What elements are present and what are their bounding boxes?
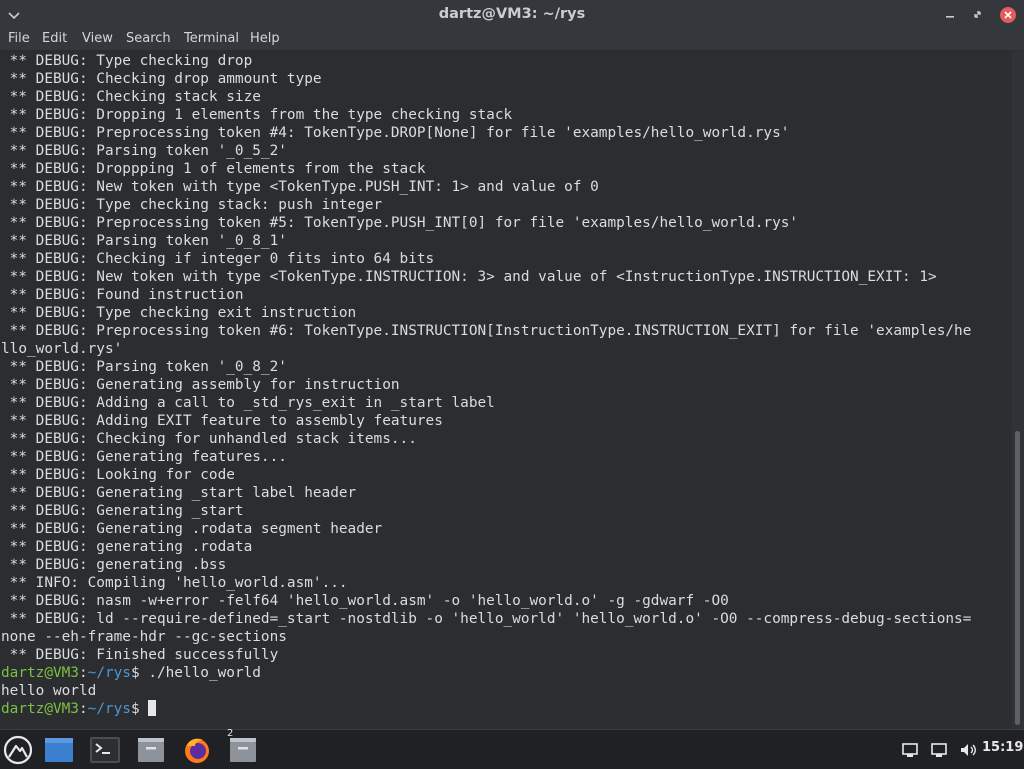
terminal-line: ** DEBUG: New token with type <TokenType… — [1, 269, 937, 285]
menu-help[interactable]: Help — [250, 31, 280, 46]
prompt-path: ~/rys — [87, 701, 131, 717]
terminal-line: ** DEBUG: ld --require-defined=_start -n… — [1, 611, 972, 627]
prompt-separator: : — [78, 701, 88, 717]
prompt-user: dartz@VM3 — [1, 701, 79, 717]
prompt-user: dartz@VM3 — [1, 665, 79, 681]
clock[interactable]: 15:19 — [982, 740, 1023, 755]
prompt-path: ~/rys — [87, 665, 131, 681]
terminal-line: ** DEBUG: Checking drop ammount type — [1, 71, 322, 87]
terminal-line: ** DEBUG: Droppping 1 of elements from t… — [1, 161, 426, 177]
text-cursor — [148, 700, 157, 716]
show-desktop-icon[interactable] — [43, 734, 75, 766]
terminal-line: ** DEBUG: Adding a call to _std_rys_exit… — [1, 395, 495, 411]
terminal-line: ** DEBUG: Generating .rodata segment hea… — [1, 521, 383, 537]
menu-search[interactable]: Search — [126, 31, 171, 46]
taskbar: 2 15:19 — [0, 728, 1024, 769]
terminal-line: ** DEBUG: Preprocessing token #5: TokenT… — [1, 215, 799, 231]
firefox-icon[interactable] — [181, 734, 213, 766]
file-manager-icon[interactable] — [227, 734, 259, 766]
network-icon[interactable] — [929, 740, 949, 760]
terminal-line: ** DEBUG: Parsing token '_0_5_2' — [1, 143, 287, 159]
menu-bar: File Edit View Search Terminal Help — [0, 29, 1024, 51]
terminal-line: ** DEBUG: Generating assembly for instru… — [1, 377, 400, 393]
terminal-line: ** DEBUG: Parsing token '_0_8_1' — [1, 233, 287, 249]
prompt-separator: : — [78, 665, 88, 681]
scrollbar-thumb[interactable] — [1015, 431, 1020, 725]
maximize-icon[interactable] — [968, 5, 988, 25]
terminal-line: ** DEBUG: Preprocessing token #6: TokenT… — [1, 323, 972, 339]
terminal-line: ** DEBUG: Checking stack size — [1, 89, 261, 105]
terminal-line: ** DEBUG: New token with type <TokenType… — [1, 179, 599, 195]
terminal-line: ** DEBUG: Generating _start label header — [1, 485, 357, 501]
menu-file[interactable]: File — [8, 31, 30, 46]
terminal-line: ** DEBUG: Type checking drop — [1, 53, 253, 69]
close-icon[interactable] — [998, 5, 1018, 25]
file-manager-icon[interactable] — [135, 734, 167, 766]
menu-edit[interactable]: Edit — [42, 31, 67, 46]
terminal-output: ** DEBUG: Type checking drop ** DEBUG: C… — [1, 52, 971, 718]
window-titlebar[interactable]: dartz@VM3: ~/rys — [0, 0, 1024, 29]
terminal-line: ** DEBUG: generating .rodata — [1, 539, 253, 555]
terminal-line: ** DEBUG: Dropping 1 elements from the t… — [1, 107, 513, 123]
active-prompt-line[interactable]: dartz@VM3:~/rys$ — [1, 700, 971, 718]
volume-icon[interactable] — [958, 740, 978, 760]
network-icon[interactable] — [900, 740, 920, 760]
terminal-line: ** DEBUG: Finished successfully — [1, 647, 279, 663]
terminal-line: llo_world.rys' — [1, 341, 123, 357]
command-output: hello world — [1, 683, 97, 699]
window-title: dartz@VM3: ~/rys — [438, 6, 586, 22]
prompt-command: ./hello_world — [148, 665, 261, 681]
menu-terminal[interactable]: Terminal — [184, 31, 239, 46]
terminal-line: ** DEBUG: Type checking exit instruction — [1, 305, 357, 321]
terminal-line: ** DEBUG: nasm -w+error -felf64 'hello_w… — [1, 593, 729, 609]
terminal-line: ** DEBUG: Adding EXIT feature to assembl… — [1, 413, 443, 429]
minimize-icon[interactable] — [940, 5, 960, 25]
terminal-line: ** DEBUG: Type checking stack: push inte… — [1, 197, 383, 213]
terminal-line: ** DEBUG: Looking for code — [1, 467, 235, 483]
terminal-view[interactable]: ** DEBUG: Type checking drop ** DEBUG: C… — [0, 51, 1012, 729]
terminal-line: ** DEBUG: Generating _start — [1, 503, 244, 519]
terminal-line: ** DEBUG: Preprocessing token #4: TokenT… — [1, 125, 790, 141]
terminal-line: ** DEBUG: Checking if integer 0 fits int… — [1, 251, 435, 267]
terminal-scrollbar[interactable] — [1012, 51, 1024, 729]
terminal-line: ** DEBUG: Generating features... — [1, 449, 287, 465]
terminal-line: ** DEBUG: Checking for unhandled stack i… — [1, 431, 417, 447]
terminal-line: ** INFO: Compiling 'hello_world.asm'... — [1, 575, 348, 591]
terminal-line: none --eh-frame-hdr --gc-sections — [1, 629, 287, 645]
prompt-dollar: $ — [130, 701, 149, 717]
terminal-line: ** DEBUG: Found instruction — [1, 287, 244, 303]
terminal-line: ** DEBUG: generating .bss — [1, 557, 227, 573]
prompt-line: dartz@VM3:~/rys$ ./hello_world — [1, 664, 971, 682]
terminal-line: ** DEBUG: Parsing token '_0_8_2' — [1, 359, 287, 375]
terminal-icon[interactable] — [89, 734, 121, 766]
prompt-dollar: $ — [130, 665, 149, 681]
start-menu-icon[interactable] — [2, 734, 34, 766]
menu-view[interactable]: View — [82, 31, 113, 46]
